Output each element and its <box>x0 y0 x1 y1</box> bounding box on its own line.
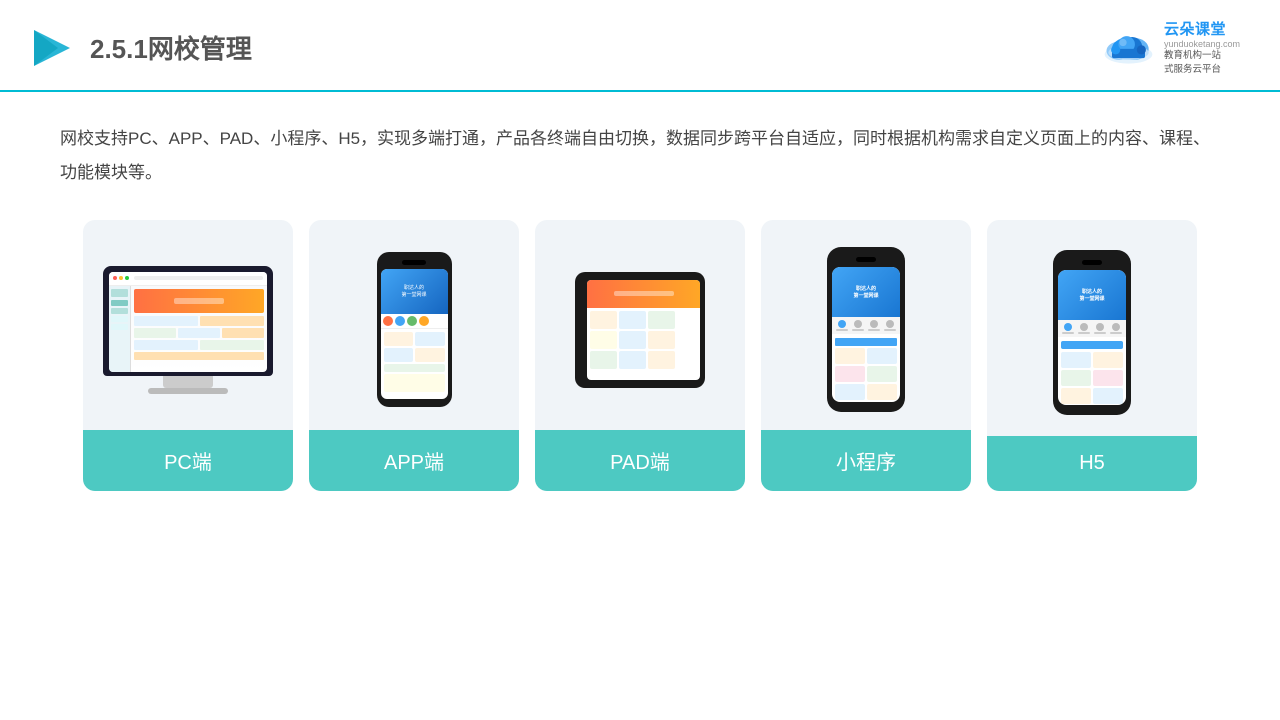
pad-mockup <box>575 272 705 388</box>
card-app: 职达人的第一堂网课 <box>309 220 519 491</box>
card-h5: 职达人的第一堂网课 <box>987 220 1197 491</box>
card-pad: PAD端 <box>535 220 745 491</box>
cards-container: PC端 职达人的第一堂网课 <box>60 220 1220 491</box>
card-pad-image <box>535 220 745 430</box>
description-text: 网校支持PC、APP、PAD、小程序、H5，实现多端打通，产品各终端自由切换，数… <box>60 122 1220 190</box>
card-pad-label: PAD端 <box>535 430 745 491</box>
header: 2.5.1网校管理 云朵课堂 <box>0 0 1280 92</box>
header-left: 2.5.1网校管理 <box>30 26 252 70</box>
card-h5-label: H5 <box>987 436 1197 491</box>
card-miniprogram-label: 小程序 <box>761 430 971 491</box>
card-pc-label: PC端 <box>83 430 293 491</box>
card-app-label: APP端 <box>309 430 519 491</box>
cloud-logo-icon <box>1101 29 1156 67</box>
miniprogram-phone-mockup: 职达人的第一堂网课 <box>827 247 905 412</box>
pc-mockup <box>103 266 273 394</box>
brand-logo: 云朵课堂 yunduoketang.com 教育机构一站 式服务云平台 <box>1101 18 1240 78</box>
main-content: 网校支持PC、APP、PAD、小程序、H5，实现多端打通，产品各终端自由切换，数… <box>0 92 1280 720</box>
app-phone-mockup: 职达人的第一堂网课 <box>377 252 452 407</box>
card-h5-image: 职达人的第一堂网课 <box>987 220 1197 436</box>
card-pc-image <box>83 220 293 430</box>
card-miniprogram-image: 职达人的第一堂网课 <box>761 220 971 430</box>
page: 2.5.1网校管理 云朵课堂 <box>0 0 1280 720</box>
card-app-image: 职达人的第一堂网课 <box>309 220 519 430</box>
brand-text: 云朵课堂 yunduoketang.com 教育机构一站 式服务云平台 <box>1164 18 1240 78</box>
h5-phone-mockup: 职达人的第一堂网课 <box>1053 250 1131 415</box>
card-pc: PC端 <box>83 220 293 491</box>
logo-arrow-icon <box>30 26 74 70</box>
page-title: 2.5.1网校管理 <box>90 29 252 66</box>
card-miniprogram: 职达人的第一堂网课 <box>761 220 971 491</box>
